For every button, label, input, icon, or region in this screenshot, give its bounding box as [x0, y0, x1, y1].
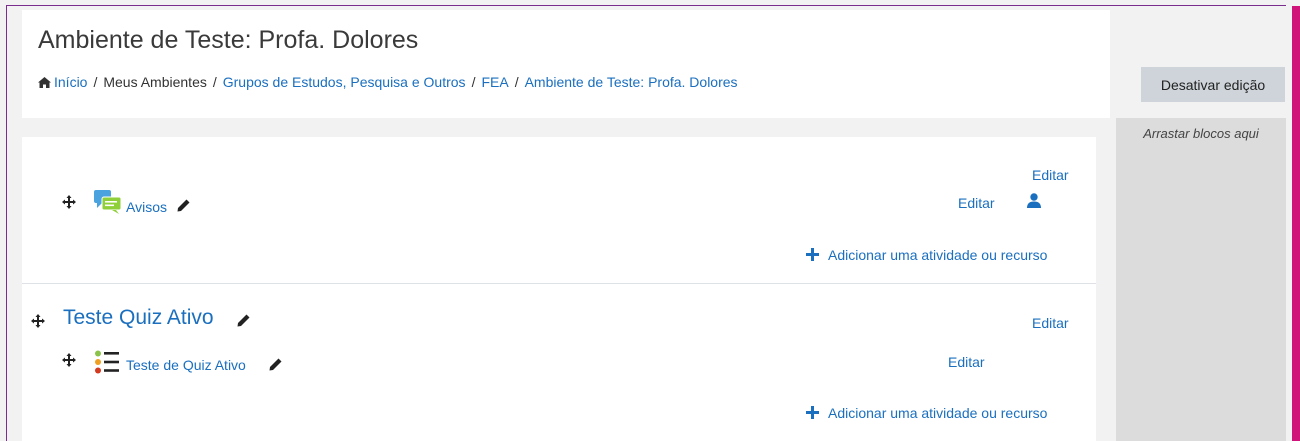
breadcrumb-my: Meus Ambientes [103, 74, 207, 90]
move-icon[interactable] [62, 195, 76, 209]
quiz-icon [95, 350, 119, 374]
pencil-icon[interactable] [177, 199, 190, 212]
block-drop-hint: Arrastar blocos aqui [1143, 126, 1259, 141]
user-icon[interactable] [1027, 193, 1041, 208]
breadcrumb: Início / Meus Ambientes / Grupos de Estudos,… [38, 74, 738, 90]
section-title-link[interactable]: Teste Quiz Ativo [63, 306, 214, 330]
home-icon [38, 77, 51, 88]
section-move-icon[interactable] [31, 314, 45, 328]
section-divider [22, 283, 1096, 284]
activity-edit-link-quiz[interactable]: Editar [948, 354, 985, 370]
forum-icon [94, 190, 122, 214]
activity-link-quiz[interactable]: Teste de Quiz Ativo [126, 357, 246, 373]
activity-link-avisos[interactable]: Avisos [126, 199, 167, 215]
accent-bar [1292, 6, 1300, 441]
pencil-icon[interactable] [269, 358, 282, 371]
plus-icon[interactable] [806, 406, 819, 419]
activity-edit-link-avisos[interactable]: Editar [958, 195, 995, 211]
breadcrumb-current[interactable]: Ambiente de Teste: Profa. Dolores [525, 74, 738, 90]
add-activity-link-section0[interactable]: Adicionar uma atividade ou recurso [828, 247, 1047, 263]
section1-edit-link[interactable]: Editar [1032, 315, 1069, 331]
plus-icon[interactable] [806, 248, 819, 261]
course-content [22, 137, 1096, 441]
page-title: Ambiente de Teste: Profa. Dolores [38, 26, 419, 54]
add-activity-link-section1[interactable]: Adicionar uma atividade ou recurso [828, 405, 1047, 421]
section0-edit-link[interactable]: Editar [1032, 167, 1069, 183]
breadcrumb-fea[interactable]: FEA [481, 74, 508, 90]
toggle-editing-button[interactable]: Desativar edição [1141, 67, 1285, 102]
breadcrumb-group[interactable]: Grupos de Estudos, Pesquisa e Outros [223, 74, 466, 90]
section-title-pencil-icon[interactable] [237, 314, 250, 327]
breadcrumb-home[interactable]: Início [54, 74, 87, 90]
block-drop-region[interactable]: Arrastar blocos aqui [1116, 118, 1286, 441]
move-icon[interactable] [62, 353, 76, 367]
